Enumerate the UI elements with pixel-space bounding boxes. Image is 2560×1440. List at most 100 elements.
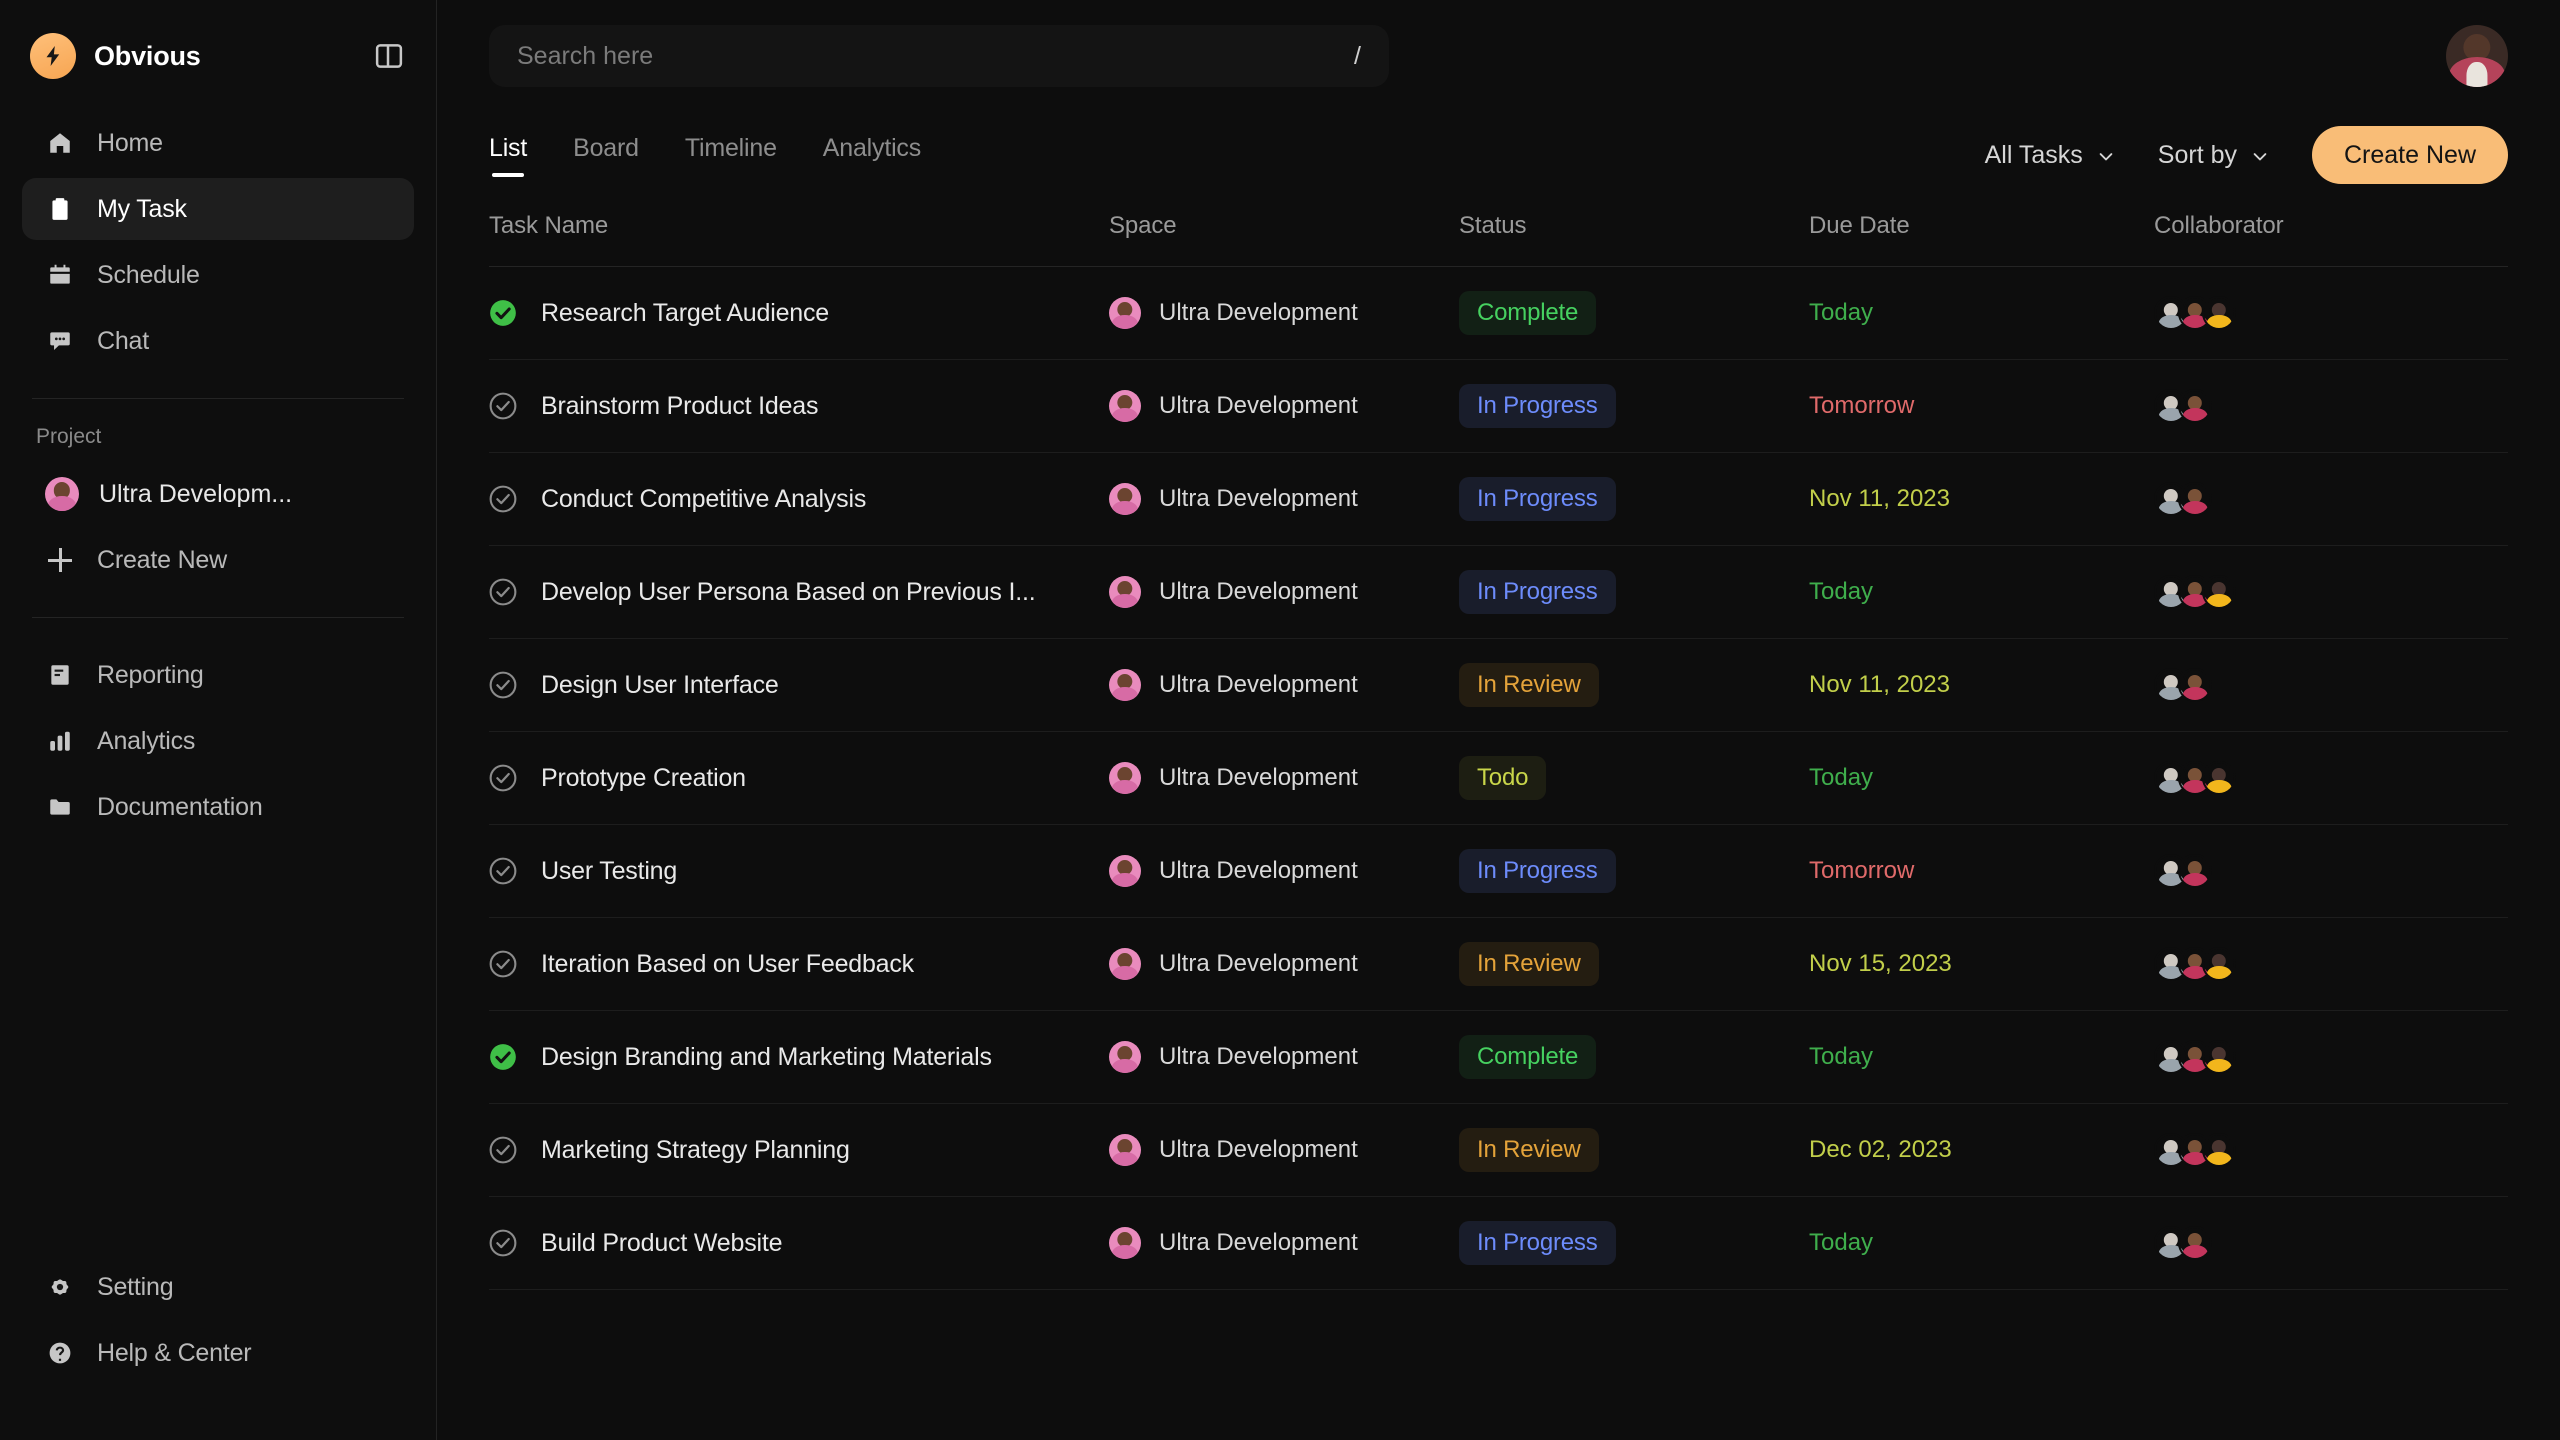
due-date-label: Nov 15, 2023 xyxy=(1809,950,1952,977)
space-avatar xyxy=(1109,390,1141,422)
table-row[interactable]: Conduct Competitive Analysis Ultra Develo… xyxy=(489,453,2508,546)
due-date-label: Tomorrow xyxy=(1809,392,1915,419)
space-avatar xyxy=(1109,669,1141,701)
cell-due-date: Tomorrow xyxy=(1809,825,2154,918)
cell-task-name: Conduct Competitive Analysis xyxy=(489,453,1109,546)
sidebar-item-documentation[interactable]: Documentation xyxy=(22,776,414,838)
task-name-label: Design User Interface xyxy=(541,670,779,699)
cell-collaborator xyxy=(2154,546,2508,639)
tab-list[interactable]: List xyxy=(489,134,527,177)
check-circle-filled-icon[interactable] xyxy=(489,1043,517,1071)
avatar-group xyxy=(2154,668,2508,702)
avatar[interactable] xyxy=(2178,482,2212,516)
cell-task-name: User Testing xyxy=(489,825,1109,918)
avatar[interactable] xyxy=(2202,947,2236,981)
sidebar-item-schedule[interactable]: Schedule xyxy=(22,244,414,306)
avatar[interactable] xyxy=(2178,668,2212,702)
cell-status: In Review xyxy=(1459,1104,1809,1197)
check-circle-outline-icon[interactable] xyxy=(489,857,517,885)
cell-status: In Progress xyxy=(1459,1197,1809,1290)
sort-by-dropdown[interactable]: Sort by xyxy=(2158,141,2270,170)
document-icon xyxy=(45,660,75,690)
cell-collaborator xyxy=(2154,825,2508,918)
sidebar-item-analytics[interactable]: Analytics xyxy=(22,710,414,772)
space-name-label: Ultra Development xyxy=(1159,950,1358,977)
space-avatar xyxy=(1109,483,1141,515)
tab-timeline[interactable]: Timeline xyxy=(685,134,777,177)
table-row[interactable]: Brainstorm Product Ideas Ultra Developmen… xyxy=(489,360,2508,453)
sidebar-create-project-button[interactable]: Create New xyxy=(22,529,414,591)
cell-task-name: Marketing Strategy Planning xyxy=(489,1104,1109,1197)
column-header-collaborator[interactable]: Collaborator xyxy=(2154,212,2508,267)
user-avatar[interactable] xyxy=(2446,25,2508,87)
due-date-label: Dec 02, 2023 xyxy=(1809,1136,1952,1163)
table-body: Research Target Audience Ultra Developmen… xyxy=(489,267,2508,1290)
check-circle-outline-icon[interactable] xyxy=(489,1229,517,1257)
space-avatar xyxy=(1109,1227,1141,1259)
table-row[interactable]: Iteration Based on User Feedback Ultra De… xyxy=(489,918,2508,1011)
space-name-label: Ultra Development xyxy=(1159,392,1358,419)
check-circle-outline-icon[interactable] xyxy=(489,950,517,978)
avatar-group xyxy=(2154,1133,2508,1167)
column-header-due-date[interactable]: Due Date xyxy=(1809,212,2154,267)
avatar-group xyxy=(2154,854,2508,888)
avatar-group xyxy=(2154,947,2508,981)
sidebar-item-my-task[interactable]: My Task xyxy=(22,178,414,240)
check-circle-outline-icon[interactable] xyxy=(489,1136,517,1164)
cell-space: Ultra Development xyxy=(1109,453,1459,546)
space-name-label: Ultra Development xyxy=(1159,671,1358,698)
avatar[interactable] xyxy=(2202,296,2236,330)
sidebar-item-label: Documentation xyxy=(97,792,263,821)
table-row[interactable]: Research Target Audience Ultra Developmen… xyxy=(489,267,2508,360)
search-input[interactable]: Search here / xyxy=(489,25,1389,87)
avatar[interactable] xyxy=(2178,389,2212,423)
table-row[interactable]: Prototype Creation Ultra Development Todo T… xyxy=(489,732,2508,825)
sidebar-item-ultra-development[interactable]: Ultra Developm... xyxy=(22,463,414,525)
sidebar-item-setting[interactable]: Setting xyxy=(22,1256,414,1318)
question-circle-icon xyxy=(45,1338,75,1368)
avatar[interactable] xyxy=(2178,1226,2212,1260)
check-circle-outline-icon[interactable] xyxy=(489,671,517,699)
check-circle-outline-icon[interactable] xyxy=(489,764,517,792)
sidebar-item-chat[interactable]: Chat xyxy=(22,310,414,372)
check-circle-filled-icon[interactable] xyxy=(489,299,517,327)
column-header-space[interactable]: Space xyxy=(1109,212,1459,267)
sidebar-item-help-center[interactable]: Help & Center xyxy=(22,1322,414,1384)
cell-due-date: Nov 11, 2023 xyxy=(1809,639,2154,732)
space-name-label: Ultra Development xyxy=(1159,578,1358,605)
sidebar: Obvious Home My Task Schedule Chat Proje… xyxy=(0,0,437,1440)
project-section-title: Project xyxy=(36,425,102,448)
panel-toggle-icon[interactable] xyxy=(372,39,406,73)
table-row[interactable]: Build Product Website Ultra Development In… xyxy=(489,1197,2508,1290)
filter-all-tasks-dropdown[interactable]: All Tasks xyxy=(1985,141,2116,170)
space-avatar xyxy=(1109,948,1141,980)
avatar[interactable] xyxy=(2202,1040,2236,1074)
table-row[interactable]: Design User Interface Ultra Development In… xyxy=(489,639,2508,732)
sidebar-item-reporting[interactable]: Reporting xyxy=(22,644,414,706)
avatar[interactable] xyxy=(2202,1133,2236,1167)
table-row[interactable]: Marketing Strategy Planning Ultra Develop… xyxy=(489,1104,2508,1197)
sidebar-item-home[interactable]: Home xyxy=(22,112,414,174)
column-header-task-name[interactable]: Task Name xyxy=(489,212,1109,267)
check-circle-outline-icon[interactable] xyxy=(489,578,517,606)
table-row[interactable]: User Testing Ultra Development In Progress… xyxy=(489,825,2508,918)
avatar[interactable] xyxy=(2202,575,2236,609)
due-date-label: Nov 11, 2023 xyxy=(1809,671,1950,698)
space-avatar xyxy=(1109,576,1141,608)
avatar[interactable] xyxy=(2178,854,2212,888)
create-new-button[interactable]: Create New xyxy=(2312,126,2508,184)
space-avatar xyxy=(1109,855,1141,887)
cell-task-name: Brainstorm Product Ideas xyxy=(489,360,1109,453)
status-badge: Todo xyxy=(1459,756,1547,800)
column-header-status[interactable]: Status xyxy=(1459,212,1809,267)
check-circle-outline-icon[interactable] xyxy=(489,485,517,513)
avatar[interactable] xyxy=(2202,761,2236,795)
divider xyxy=(32,398,404,399)
table-row[interactable]: Develop User Persona Based on Previous I… xyxy=(489,546,2508,639)
check-circle-outline-icon[interactable] xyxy=(489,392,517,420)
tab-analytics[interactable]: Analytics xyxy=(823,134,921,177)
tab-board[interactable]: Board xyxy=(573,134,639,177)
avatar-group xyxy=(2154,1040,2508,1074)
cell-space: Ultra Development xyxy=(1109,732,1459,825)
table-row[interactable]: Design Branding and Marketing Materials U… xyxy=(489,1011,2508,1104)
